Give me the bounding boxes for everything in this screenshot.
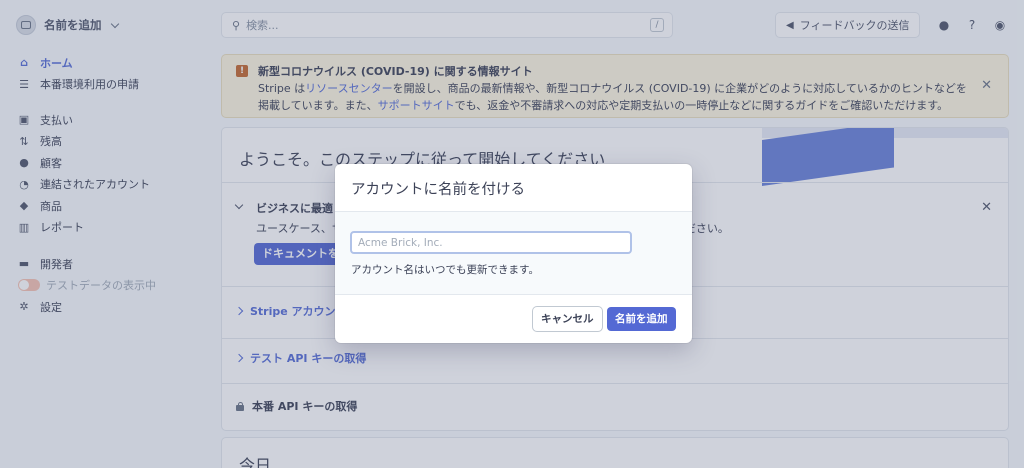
dialog-title: アカウントに名前を付ける: [335, 164, 692, 212]
account-name-input[interactable]: [350, 231, 632, 254]
dialog-body: アカウント名はいつでも更新できます。: [335, 212, 692, 295]
name-account-dialog: アカウントに名前を付ける アカウント名はいつでも更新できます。 キャンセル 名前…: [335, 164, 692, 343]
add-name-button[interactable]: 名前を追加: [607, 307, 676, 331]
dialog-help-text: アカウント名はいつでも更新できます。: [351, 264, 539, 276]
cancel-button[interactable]: キャンセル: [533, 307, 602, 331]
